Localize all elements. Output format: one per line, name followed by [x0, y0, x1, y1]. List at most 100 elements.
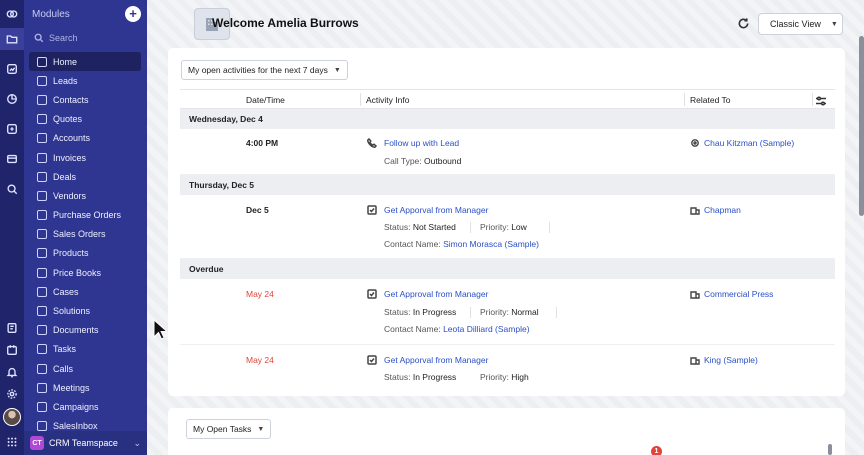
sales-orders-icon [37, 229, 47, 240]
products-icon [37, 248, 47, 259]
leads-icon [37, 75, 47, 86]
reports-icon[interactable] [0, 58, 24, 80]
column-settings-button[interactable] [815, 95, 827, 109]
sidebar-item-campaigns[interactable]: Campaigns [29, 397, 141, 416]
activities-filter-label: My open activities for the next 7 days [188, 65, 328, 75]
activity-title-link[interactable]: Get Apporval from Manager [384, 355, 488, 365]
caret-down-icon: ▼ [257, 425, 265, 433]
sidebar-item-documents[interactable]: Documents [29, 321, 141, 340]
mouse-cursor-icon [153, 319, 167, 340]
table-row[interactable]: Dec 5 Get Apporval from Manager Status: … [180, 195, 835, 259]
view-switcher-label: Classic View [770, 19, 821, 29]
marketplace-icon[interactable] [0, 148, 24, 170]
status-field: Status: Not Started Priority: Low [384, 222, 550, 233]
campaigns-icon [37, 401, 47, 412]
home-icon [37, 56, 47, 67]
sidebar-item-price-books[interactable]: Price Books [29, 263, 141, 282]
table-row[interactable]: 4:00 PM Follow up with Lead Call Type: O… [180, 129, 835, 175]
activity-title-link[interactable]: Follow up with Lead [384, 138, 459, 148]
sidebar-item-label: Cases [53, 286, 79, 297]
related-to-link[interactable]: Commercial Press [690, 289, 773, 299]
activity-title-link[interactable]: Get Approval from Manager [384, 289, 488, 299]
analytics-icon[interactable] [0, 88, 24, 110]
table-row[interactable]: May 24 Get Apporval from Manager Status:… [180, 345, 835, 385]
group-header: Overdue [180, 259, 835, 279]
app-grid-icon[interactable] [0, 429, 24, 455]
sidebar-item-deals[interactable]: Deals [29, 167, 141, 186]
sidebar-item-vendors[interactable]: Vendors [29, 186, 141, 205]
sidebar-item-label: Leads [53, 75, 78, 86]
sidebar-item-invoices[interactable]: Invoices [29, 148, 141, 167]
welcome-title: Welcome Amelia Burrows [212, 16, 359, 30]
sidebar-item-leads[interactable]: Leads [29, 71, 141, 90]
activities-table: Date/Time Activity Info Related To Wedne… [180, 89, 835, 385]
activity-title-link[interactable]: Get Apporval from Manager [384, 205, 488, 215]
module-search-input[interactable]: Search [30, 28, 141, 48]
notes-icon[interactable] [0, 317, 24, 339]
sidebar-item-purchase-orders[interactable]: Purchase Orders [29, 206, 141, 225]
tasks-filter-dropdown[interactable]: My Open Tasks ▼ [186, 419, 272, 439]
vendors-icon [37, 190, 47, 201]
activity-date: Dec 5 [246, 205, 269, 215]
related-to-link[interactable]: King (Sample) [690, 355, 758, 365]
sidebar-item-contacts[interactable]: Contacts [29, 90, 141, 109]
sidebar-item-products[interactable]: Products [29, 244, 141, 263]
calls-icon [37, 363, 47, 374]
sidebar-item-meetings[interactable]: Meetings [29, 378, 141, 397]
tasks-filter-label: My Open Tasks [193, 424, 252, 434]
sidebar-item-tasks[interactable]: Tasks [29, 340, 141, 359]
group-header: Thursday, Dec 5 [180, 175, 835, 195]
sidebar-item-label: Accounts [53, 133, 91, 144]
sidebar-item-label: Solutions [53, 306, 91, 317]
table-row[interactable]: May 24 Get Approval from Manager Status:… [180, 279, 835, 345]
search-icon [34, 33, 44, 43]
invoices-icon [37, 152, 47, 163]
sliders-icon [816, 96, 826, 106]
account-icon [690, 357, 700, 365]
settings-gear-icon[interactable] [0, 383, 24, 405]
user-avatar[interactable] [3, 408, 21, 426]
related-to-link[interactable]: Chau Kitzman (Sample) [690, 138, 794, 148]
lead-icon [691, 139, 699, 147]
bell-icon[interactable] [0, 361, 24, 383]
sidebar-item-calls[interactable]: Calls [29, 359, 141, 378]
column-header-activity-info[interactable]: Activity Info [366, 95, 409, 105]
sidebar-item-home[interactable]: Home [29, 52, 141, 72]
sidebar-item-quotes[interactable]: Quotes [29, 110, 141, 129]
contact-field: Contact Name: Simon Morasca (Sample) [384, 239, 539, 249]
purchase-orders-icon [37, 210, 47, 221]
tasks-scrollbar[interactable] [828, 444, 832, 455]
column-header-datetime[interactable]: Date/Time [246, 95, 285, 105]
search-records-icon[interactable] [0, 178, 24, 200]
open-tasks-card: My Open Tasks ▼ 1 [168, 408, 845, 455]
sidebar-item-label: Purchase Orders [53, 210, 122, 221]
sidebar-item-label: Home [53, 56, 78, 67]
teamspace-switcher[interactable]: CT CRM Teamspace ⌄ [24, 431, 147, 455]
sidebar-item-sales-orders[interactable]: Sales Orders [29, 225, 141, 244]
refresh-icon [738, 18, 749, 29]
sidebar-item-label: SalesInbox [53, 421, 98, 432]
sidebar-item-solutions[interactable]: Solutions [29, 301, 141, 320]
requests-icon[interactable] [0, 118, 24, 140]
quotes-icon [37, 114, 47, 125]
modules-folder-icon[interactable] [0, 28, 24, 50]
sidebar-header: Modules + [24, 0, 147, 28]
sidebar-item-label: Calls [53, 363, 74, 374]
sidebar-item-cases[interactable]: Cases [29, 282, 141, 301]
app-logo-icon[interactable] [0, 0, 24, 28]
column-header-related-to[interactable]: Related To [690, 95, 730, 105]
calendar-icon[interactable] [0, 339, 24, 361]
chevron-down-icon: ⌄ [133, 437, 141, 448]
related-to-link[interactable]: Chapman [690, 205, 741, 215]
add-module-button[interactable]: + [125, 6, 141, 22]
status-field: Status: In Progress Priority: High [384, 372, 529, 382]
view-switcher-button[interactable]: Classic View ▼ [758, 13, 843, 35]
sidebar-item-label: Vendors [53, 190, 87, 201]
page-scrollbar[interactable] [859, 36, 864, 216]
accounts-icon [37, 133, 47, 144]
activities-filter-dropdown[interactable]: My open activities for the next 7 days ▼ [181, 60, 348, 80]
sidebar-title: Modules [32, 8, 70, 20]
sidebar-item-accounts[interactable]: Accounts [29, 129, 141, 148]
refresh-button[interactable] [737, 17, 751, 31]
task-checkbox-icon [367, 289, 377, 299]
